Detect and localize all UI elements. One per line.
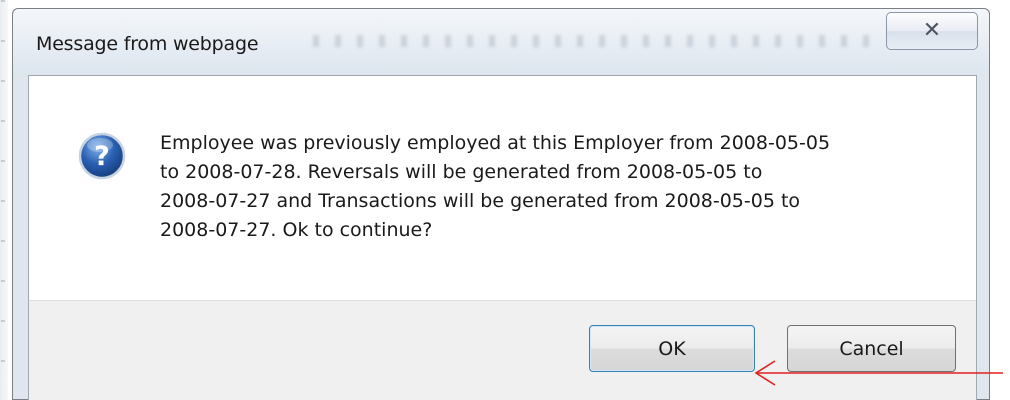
message-dialog: Message from webpage ✕ ? Employee was pr…: [12, 8, 990, 400]
question-icon: ?: [78, 132, 126, 180]
dialog-body: ? Employee was previously employed at th…: [28, 75, 977, 400]
dialog-titlebar[interactable]: Message from webpage ✕: [13, 9, 989, 75]
message-line: 2008-07-27 and Transactions will be gene…: [160, 190, 801, 212]
cancel-button[interactable]: Cancel: [787, 325, 956, 372]
message-line: to 2008-07-28. Reversals will be generat…: [160, 161, 763, 183]
message-line: 2008-07-27. Ok to continue?: [160, 219, 433, 241]
message-line: Employee was previously employed at this…: [160, 132, 831, 154]
titlebar-background-blur: [313, 35, 873, 47]
close-icon: ✕: [922, 18, 942, 43]
screen: Message from webpage ✕ ? Employee was pr…: [0, 0, 1010, 400]
dialog-title: Message from webpage: [36, 33, 259, 55]
ok-button[interactable]: OK: [589, 325, 755, 372]
close-button[interactable]: ✕: [886, 12, 978, 50]
svg-text:?: ?: [94, 141, 110, 172]
background-webpage-marks: [1, 0, 5, 400]
message-area: ? Employee was previously employed at th…: [29, 76, 976, 301]
dialog-message: Employee was previously employed at this…: [160, 129, 950, 245]
